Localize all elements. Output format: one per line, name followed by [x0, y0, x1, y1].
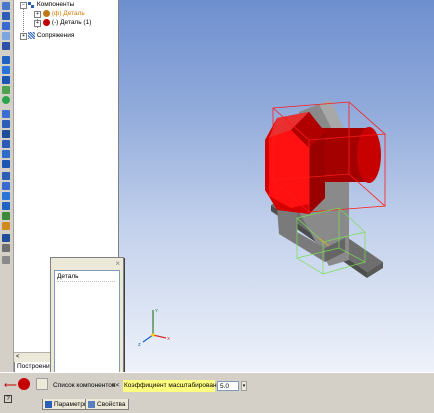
select-icon[interactable]	[2, 2, 10, 10]
globe-icon[interactable]	[2, 96, 10, 104]
part-free-label: (-) Деталь (1)	[51, 19, 92, 26]
extrude-icon[interactable]	[2, 56, 10, 64]
fillet-icon[interactable]	[2, 120, 10, 128]
array-icon[interactable]	[2, 172, 10, 180]
scale-input[interactable]: 5.0	[217, 381, 239, 391]
mirror-icon[interactable]	[2, 160, 10, 168]
sketch-icon[interactable]	[2, 32, 10, 40]
expand-part-icon[interactable]: +	[34, 11, 41, 18]
components-icon	[28, 1, 35, 8]
measure-icon[interactable]	[2, 212, 10, 220]
shell-icon[interactable]	[2, 140, 10, 148]
components-label: Компоненты	[36, 1, 75, 8]
component-list[interactable]: Деталь	[54, 270, 120, 380]
report-icon[interactable]	[2, 244, 10, 252]
cut-icon[interactable]	[2, 76, 10, 84]
parameters-icon	[45, 401, 52, 408]
expand-part-1-icon[interactable]: +	[34, 20, 41, 27]
left-toolbar	[0, 0, 14, 372]
collapse-components-icon[interactable]: −	[20, 2, 27, 9]
3d-viewport[interactable]: Y X Z	[119, 0, 434, 372]
plane-icon[interactable]	[2, 192, 10, 200]
help-icon[interactable]: ?	[4, 395, 12, 403]
spec-icon[interactable]	[2, 234, 10, 242]
axis-y-label: Y	[155, 308, 158, 313]
axis-x-label: X	[167, 336, 170, 341]
tree-item-components[interactable]: Компоненты	[28, 0, 74, 9]
scroll-left-icon[interactable]: <	[16, 353, 20, 362]
spin-icon[interactable]: ▾	[241, 381, 247, 391]
stop-icon[interactable]	[18, 378, 30, 390]
expand-mates-icon[interactable]: +	[20, 33, 27, 40]
tree-item-part-free[interactable]: (-) Деталь (1)	[43, 18, 91, 27]
tree-item-part-fixed[interactable]: (ф) Деталь	[43, 9, 85, 18]
tab-properties[interactable]: Свойства	[85, 399, 129, 410]
list-item[interactable]: Деталь	[57, 272, 115, 282]
mates-label: Сопряжения	[36, 32, 75, 39]
filter-icon[interactable]	[2, 12, 10, 20]
component-list-panel: × Деталь	[50, 257, 124, 383]
material-icon[interactable]	[2, 222, 10, 230]
tree-connector	[23, 6, 24, 34]
axis-icon[interactable]	[2, 202, 10, 210]
surface-icon[interactable]	[2, 182, 10, 190]
tab-parameters-label: Параметры	[54, 401, 89, 408]
axis-triad: Y X Z	[138, 308, 170, 347]
part-red-icon	[43, 18, 50, 26]
close-popup-icon[interactable]: ×	[115, 259, 120, 268]
collapse-button[interactable]: <<	[112, 381, 120, 391]
dimension-icon[interactable]	[2, 42, 10, 50]
list-toggle-icon[interactable]	[36, 378, 48, 390]
property-bar: ⟵ ? Список компонентов << Коэффициент ма…	[0, 372, 434, 413]
tab-construction-label: Построение	[17, 363, 54, 370]
tree-item-mates[interactable]: Сопряжения	[28, 31, 74, 40]
hole-icon[interactable]	[2, 110, 10, 118]
tab-properties-label: Свойства	[97, 401, 126, 408]
axis-z-label: Z	[138, 342, 141, 347]
rib-icon[interactable]	[2, 150, 10, 158]
add-part-icon[interactable]	[2, 86, 10, 94]
pin-arrow-icon[interactable]: ⟵	[4, 380, 17, 391]
scene-svg: Y X Z	[138, 100, 386, 347]
part-fixed-label: (ф) Деталь	[51, 10, 85, 17]
mates-icon	[28, 31, 35, 39]
properties-icon	[88, 401, 95, 408]
part-gear-icon	[43, 9, 50, 17]
component-list-button[interactable]: Список компонентов	[53, 381, 115, 391]
revolve-icon[interactable]	[2, 66, 10, 74]
chamfer-icon[interactable]	[2, 130, 10, 138]
line-tool-icon[interactable]	[2, 22, 10, 30]
macro-icon[interactable]	[2, 256, 10, 264]
